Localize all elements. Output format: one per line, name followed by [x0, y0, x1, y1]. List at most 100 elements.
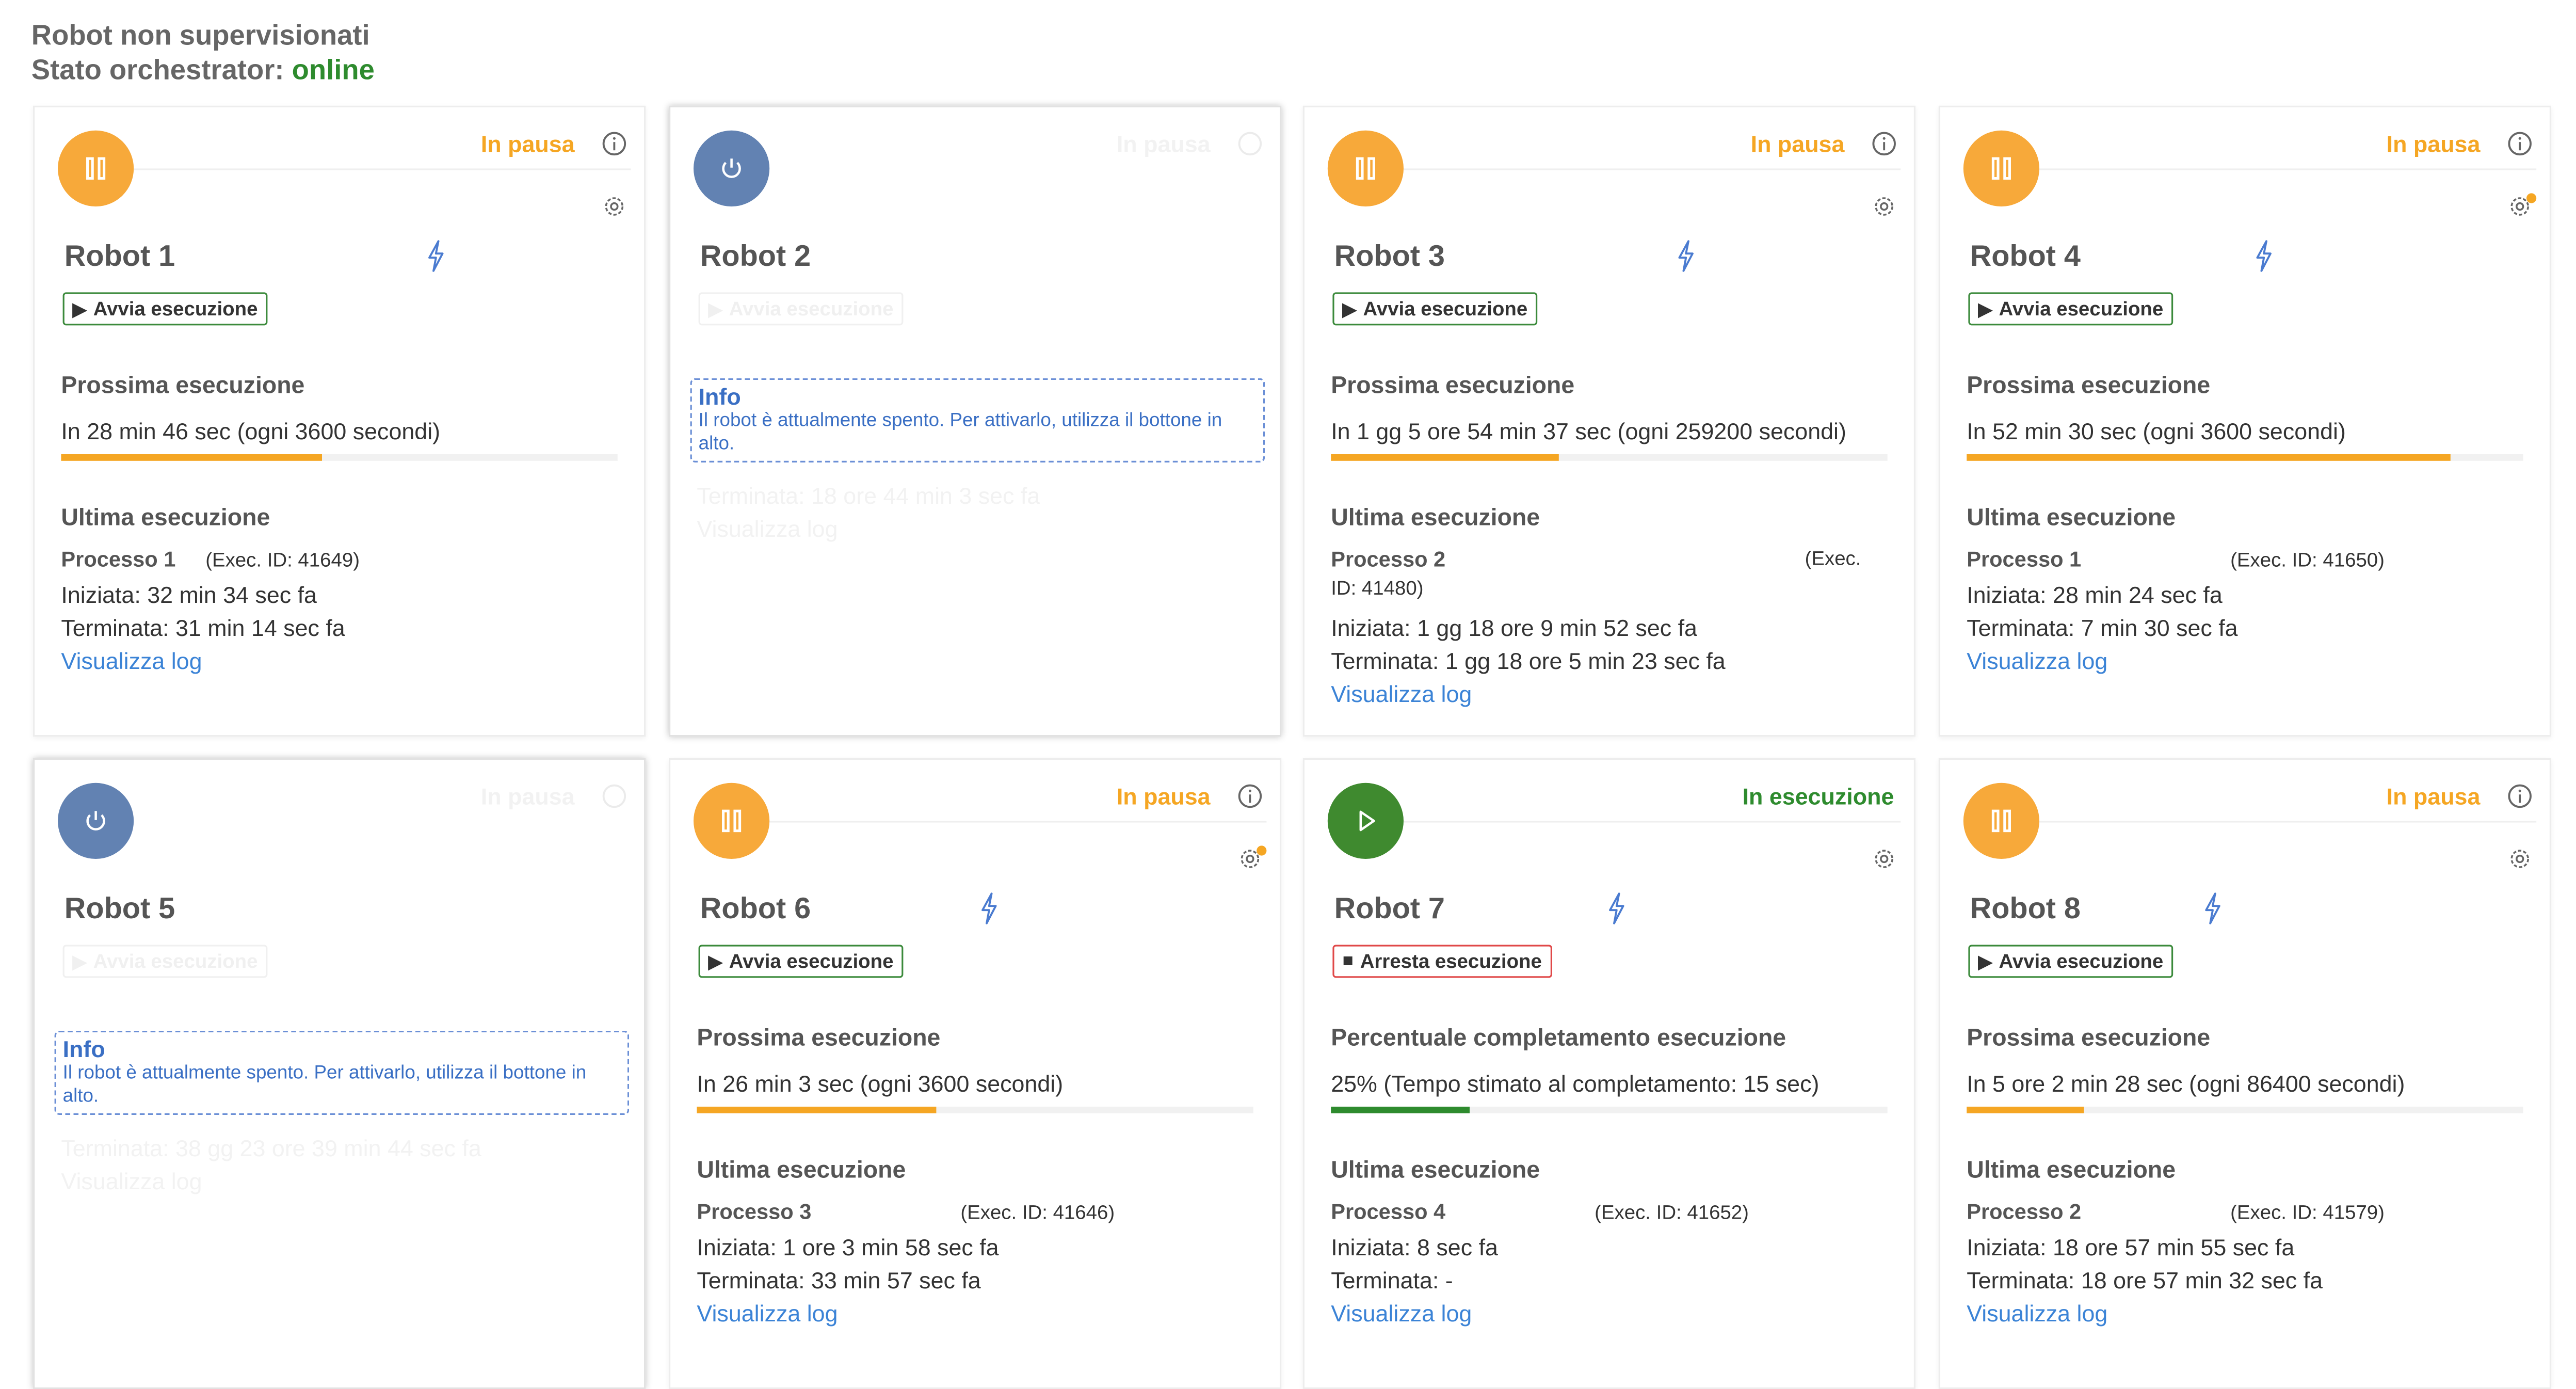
info-icon[interactable]	[2507, 783, 2533, 809]
power-icon	[86, 811, 105, 831]
started-text: Iniziata: 18 ore 57 min 55 sec fa	[1967, 1234, 2295, 1260]
status-badge: In pausa	[480, 130, 575, 157]
ended-text: Terminata: 18 ore 57 min 32 sec fa	[1967, 1267, 2323, 1294]
robot-name: Robot 5	[64, 892, 175, 925]
play-icon	[1359, 810, 1375, 832]
next-run-text: In 26 min 3 sec (ogni 3600 secondi)	[697, 1070, 1064, 1097]
bolt-icon[interactable]	[1605, 892, 1628, 925]
status-badge: In pausa	[1116, 130, 1211, 157]
bolt-icon[interactable]	[2252, 240, 2276, 273]
progress-bar	[697, 1107, 1253, 1113]
start-execution-button: ▶ Avvia esecuzione	[698, 292, 904, 326]
start-execution-button[interactable]: ▶ Avvia esecuzione	[1332, 292, 1538, 326]
started-text: Iniziata: 28 min 24 sec fa	[1967, 581, 2223, 608]
status-badge: In esecuzione	[1742, 783, 1894, 809]
stop-execution-button[interactable]: ■ Arresta esecuzione	[1332, 945, 1552, 978]
gear-icon[interactable]	[1871, 845, 1897, 872]
robot-name: Robot 8	[1970, 892, 2081, 925]
next-run-text: In 28 min 46 sec (ogni 3600 secondi)	[61, 418, 441, 444]
info-title: Info	[698, 383, 741, 410]
bolt-icon[interactable]	[977, 892, 1001, 925]
info-title: Info	[62, 1035, 105, 1062]
last-run-title: Ultima esecuzione	[61, 505, 270, 532]
view-log-link[interactable]: Visualizza log	[1967, 1300, 2107, 1326]
view-log-link[interactable]: Visualizza log	[61, 647, 202, 674]
last-run-title: Ultima esecuzione	[697, 1158, 906, 1185]
play-button[interactable]	[1327, 783, 1404, 859]
pause-icon	[1991, 809, 2011, 833]
progress-bar	[1967, 1107, 2523, 1113]
page-header: Robot non supervisionati Stato orchestra…	[31, 20, 375, 87]
orchestrator-label: Stato orchestrator:	[31, 54, 284, 86]
view-log-link[interactable]: Visualizza log	[1331, 680, 1472, 707]
process-line: Processo 1 (Exec. ID: 41649)	[61, 547, 360, 572]
info-text: Il robot è attualmente spento. Per attiv…	[698, 411, 1222, 454]
play-icon: ▶	[1342, 299, 1357, 320]
info-icon[interactable]	[1237, 783, 1263, 809]
completion-text: 25% (Tempo stimato al completamento: 15 …	[1331, 1070, 1820, 1097]
process-line: Processo 1 (Exec. ID: 41650)	[1967, 547, 2385, 572]
orchestrator-status-value: online	[292, 54, 375, 86]
info-icon	[1238, 132, 1262, 156]
started-text: Iniziata: 1 gg 18 ore 9 min 52 sec fa	[1331, 614, 1697, 641]
last-run-title: Ultima esecuzione	[1967, 1158, 2176, 1185]
power-button[interactable]	[58, 783, 134, 859]
gear-icon[interactable]	[601, 193, 627, 219]
start-execution-button[interactable]: ▶ Avvia esecuzione	[1968, 292, 2174, 326]
last-run-title: Ultima esecuzione	[1331, 505, 1540, 532]
view-log-link[interactable]: Visualizza log	[1331, 1300, 1472, 1326]
ended-text: Terminata: 18 ore 44 min 3 sec fa	[697, 482, 1040, 509]
next-run-text: In 52 min 30 sec (ogni 3600 secondi)	[1967, 418, 2346, 444]
progress-bar	[1967, 454, 2523, 461]
bolt-icon[interactable]	[1675, 240, 1698, 273]
info-icon[interactable]	[601, 131, 627, 157]
robot-card-6: In pausa Robot 6 ▶ Avvia esecuzione Pross…	[669, 758, 1282, 1389]
robot-name: Robot 1	[64, 240, 175, 273]
info-icon[interactable]	[2507, 131, 2533, 157]
gear-icon[interactable]	[2507, 845, 2533, 872]
robot-name: Robot 7	[1334, 892, 1445, 925]
start-execution-button[interactable]: ▶ Avvia esecuzione	[62, 292, 268, 326]
view-log-link: Visualizza log	[61, 1168, 202, 1194]
last-run-title: Ultima esecuzione	[1967, 505, 2176, 532]
status-badge: In pausa	[1750, 130, 1845, 157]
pause-button[interactable]	[694, 783, 770, 859]
page-title: Robot non supervisionati	[31, 20, 370, 52]
robot-card-1: In pausa Robot 1 ▶ Avvia esecuzione Pross…	[33, 105, 646, 737]
pause-button[interactable]	[1327, 130, 1404, 206]
ended-text: Terminata: 33 min 57 sec fa	[697, 1267, 981, 1294]
info-icon[interactable]	[1871, 131, 1897, 157]
completion-title: Percentuale completamento esecuzione	[1331, 1026, 1786, 1052]
power-icon	[722, 158, 741, 178]
view-log-link[interactable]: Visualizza log	[1967, 647, 2107, 674]
pause-icon	[722, 809, 742, 833]
info-box: Info Il robot è attualmente spento. Per …	[54, 1030, 630, 1115]
play-icon: ▶	[1978, 299, 1992, 320]
robot-card-2: In pausa Robot 2 ▶ Avvia esecuzione Info …	[669, 105, 1282, 737]
progress-bar	[61, 454, 618, 461]
next-run-title: Prossima esecuzione	[1967, 373, 2211, 400]
view-log-link[interactable]: Visualizza log	[697, 1300, 838, 1326]
started-text: Iniziata: 32 min 34 sec fa	[61, 581, 317, 608]
bolt-icon[interactable]	[2201, 892, 2225, 925]
status-badge: In pausa	[480, 783, 575, 809]
next-run-title: Prossima esecuzione	[1967, 1026, 2211, 1052]
bolt-icon[interactable]	[424, 240, 447, 273]
power-button[interactable]	[694, 130, 770, 206]
info-box: Info Il robot è attualmente spento. Per …	[690, 378, 1265, 462]
progress-bar	[1331, 1107, 1888, 1113]
pause-icon	[86, 157, 106, 180]
started-text: Iniziata: 8 sec fa	[1331, 1234, 1498, 1260]
pause-button[interactable]	[1963, 783, 2039, 859]
start-execution-button[interactable]: ▶ Avvia esecuzione	[1968, 945, 2174, 978]
stop-icon: ■	[1342, 951, 1354, 971]
next-run-text: In 1 gg 5 ore 54 min 37 sec (ogni 259200…	[1331, 418, 1846, 444]
pause-button[interactable]	[58, 130, 134, 206]
process-line: Processo 4 (Exec. ID: 41652)	[1331, 1199, 1749, 1224]
start-execution-button: ▶ Avvia esecuzione	[62, 945, 268, 978]
gear-icon[interactable]	[1871, 193, 1897, 219]
start-execution-button[interactable]: ▶ Avvia esecuzione	[698, 945, 904, 978]
ended-text: Terminata: 31 min 14 sec fa	[61, 614, 345, 641]
next-run-text: In 5 ore 2 min 28 sec (ogni 86400 second…	[1967, 1070, 2405, 1097]
pause-button[interactable]	[1963, 130, 2039, 206]
